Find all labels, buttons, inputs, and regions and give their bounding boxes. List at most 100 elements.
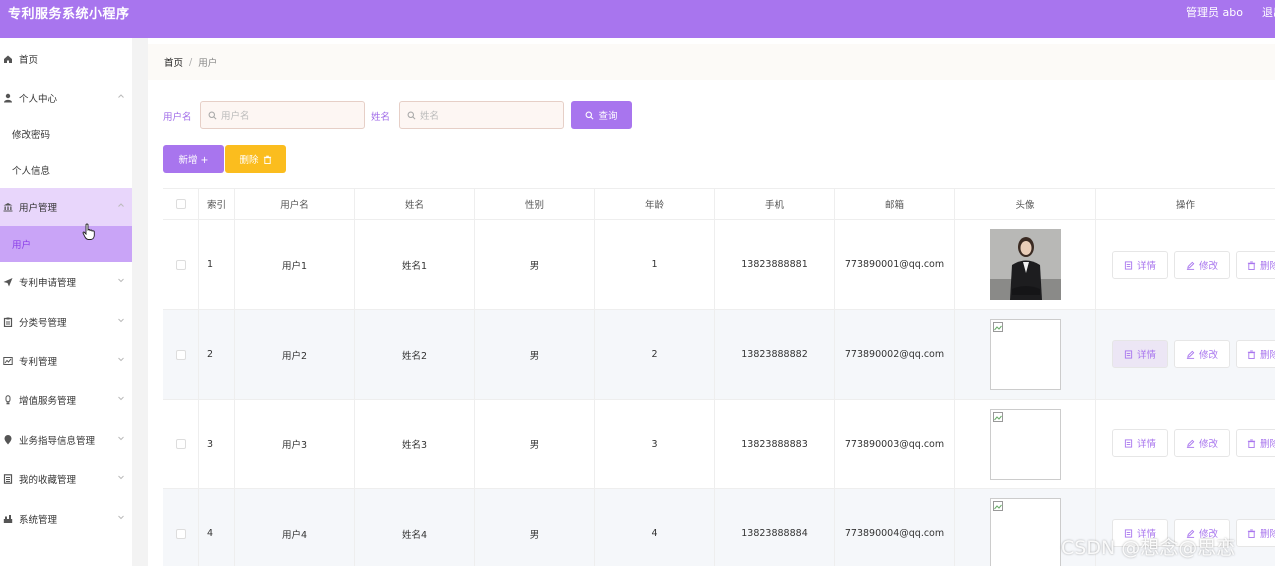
cell-avatar: [955, 310, 1096, 399]
app-title: 专利服务系统小程序: [8, 7, 130, 22]
edit-icon: [1186, 439, 1195, 448]
sidebar-item-patent-application[interactable]: 专利申请管理: [0, 263, 132, 301]
cell-index: 3: [199, 400, 235, 488]
sidebar-item-patent-management[interactable]: 专利管理: [0, 342, 132, 380]
list-icon: [3, 474, 13, 484]
select-all-checkbox[interactable]: [175, 199, 186, 209]
sidebar-item-change-password[interactable]: 修改密码: [0, 116, 132, 152]
sidebar-item-home[interactable]: 首页: [0, 40, 132, 78]
row-delete-button[interactable]: 删除: [1236, 251, 1275, 279]
sidebar-item-label: 用户管理: [19, 203, 58, 214]
cell-email: 773890003@qq.com: [835, 400, 955, 488]
row-checkbox[interactable]: [175, 349, 186, 360]
edit-button[interactable]: 修改: [1174, 429, 1230, 457]
cell-name: 姓名4: [355, 489, 475, 566]
breadcrumb-home[interactable]: 首页: [164, 55, 183, 69]
cell-gender: 男: [475, 400, 595, 488]
top-bar: 专利服务系统小程序 管理员 abo 退出: [0, 0, 1275, 38]
row-delete-button[interactable]: 删除: [1236, 519, 1275, 547]
username-search-input[interactable]: 用户名: [200, 101, 365, 129]
home-icon: [4, 55, 12, 63]
cell-avatar: [955, 220, 1096, 309]
logout-link[interactable]: 退出: [1262, 4, 1275, 20]
sidebar-item-business-guidance[interactable]: 业务指导信息管理: [0, 421, 132, 459]
search-icon: [208, 111, 217, 119]
edit-button[interactable]: 修改: [1174, 340, 1230, 368]
cell-age: 1: [595, 220, 715, 309]
broken-image-icon: [992, 501, 1003, 511]
name-placeholder: 姓名: [420, 111, 440, 122]
sidebar-item-value-added[interactable]: 增值服务管理: [0, 381, 132, 419]
chevron-up-icon: [118, 203, 124, 207]
cell-index: 1: [199, 220, 235, 309]
cell-index: 4: [199, 489, 235, 566]
cell-avatar: [955, 400, 1096, 488]
sidebar-item-label: 个人中心: [19, 94, 58, 105]
sidebar-item-system[interactable]: 系统管理: [0, 500, 132, 538]
bank-icon: [3, 203, 13, 212]
query-button-label: 查询: [598, 111, 618, 122]
trash-icon: [1247, 260, 1256, 270]
cell-gender: 男: [475, 310, 595, 399]
row-delete-button[interactable]: 删除: [1236, 429, 1275, 457]
cell-username: 用户4: [235, 489, 355, 566]
document-icon: [1124, 438, 1133, 448]
chevron-down-icon: [118, 436, 124, 441]
chevron-down-icon: [118, 357, 124, 362]
delete-button[interactable]: 删除: [225, 145, 286, 173]
broken-avatar-image[interactable]: [989, 498, 1061, 566]
detail-button-label: 详情: [1136, 350, 1156, 361]
row-checkbox[interactable]: [175, 259, 186, 270]
row-select-cell[interactable]: [163, 220, 199, 309]
table-row: 3 用户3 姓名3 男 3 13823888883 773890003@qq.c…: [163, 400, 1275, 489]
name-search-input[interactable]: 姓名: [399, 101, 564, 129]
watermark: CSDN @想念@思恋: [1061, 537, 1236, 559]
row-select-cell[interactable]: [163, 310, 199, 399]
header-avatar: 头像: [955, 189, 1096, 219]
broken-image-icon: [992, 322, 1003, 332]
detail-button[interactable]: 详情: [1112, 340, 1168, 368]
row-select-cell[interactable]: [163, 400, 199, 488]
cell-email: 773890004@qq.com: [835, 489, 955, 566]
cell-email: 773890002@qq.com: [835, 310, 955, 399]
cell-age: 4: [595, 489, 715, 566]
detail-button[interactable]: 详情: [1112, 429, 1168, 457]
cell-name: 姓名2: [355, 310, 475, 399]
sidebar-item-personal-center[interactable]: 个人中心: [0, 79, 132, 117]
sidebar-item-personal-info[interactable]: 个人信息: [0, 152, 132, 188]
chevron-down-icon: [118, 515, 124, 520]
detail-button[interactable]: 详情: [1112, 251, 1168, 279]
row-select-cell[interactable]: [163, 489, 199, 566]
row-delete-button[interactable]: 删除: [1236, 340, 1275, 368]
cell-age: 2: [595, 310, 715, 399]
table-header-row: 索引 用户名 姓名 性别 年龄 手机 邮箱 头像 操作: [163, 188, 1275, 220]
sidebar-item-classification[interactable]: 分类号管理: [0, 303, 132, 341]
breadcrumb-current: 用户: [198, 58, 218, 69]
cell-age: 3: [595, 400, 715, 488]
admin-label: 管理员 abo: [1186, 6, 1243, 19]
trash-icon: [1247, 349, 1256, 359]
avatar-photo[interactable]: [989, 229, 1061, 300]
cell-gender: 男: [475, 220, 595, 309]
sidebar-item-label: 我的收藏管理: [19, 475, 77, 486]
sidebar-item-favorites[interactable]: 我的收藏管理: [0, 460, 132, 498]
edit-button[interactable]: 修改: [1174, 251, 1230, 279]
add-button[interactable]: 新增 +: [163, 145, 224, 173]
username-placeholder: 用户名: [221, 111, 250, 122]
breadcrumb: 首页 / 用户: [148, 44, 1275, 80]
hand-cursor-icon: [82, 223, 95, 240]
send-icon: [3, 278, 13, 287]
row-checkbox[interactable]: [175, 439, 186, 449]
header-gender: 性别: [475, 189, 595, 219]
sidebar-item-user-management[interactable]: 用户管理: [0, 188, 132, 226]
chevron-up-icon: [118, 94, 124, 98]
broken-avatar-image[interactable]: [989, 319, 1061, 390]
sidebar-item-users[interactable]: 用户: [0, 226, 132, 262]
broken-image-icon: [992, 411, 1003, 422]
cell-phone: 13823888881: [715, 220, 835, 309]
row-checkbox[interactable]: [175, 528, 186, 539]
query-button[interactable]: 查询: [571, 101, 632, 129]
edit-button-label: 修改: [1198, 439, 1218, 450]
header-select-all[interactable]: [163, 189, 199, 219]
broken-avatar-image[interactable]: [989, 408, 1061, 480]
